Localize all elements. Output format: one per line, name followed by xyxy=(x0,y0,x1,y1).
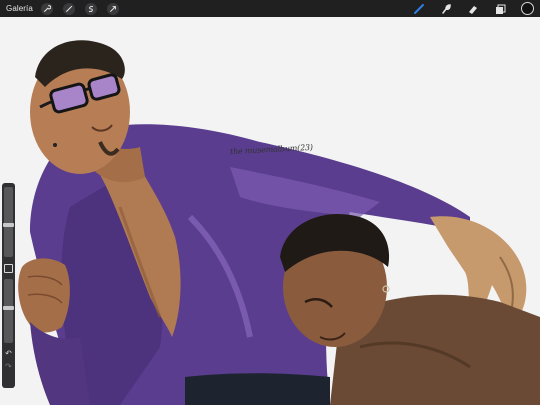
top-toolbar: Galería xyxy=(0,0,540,17)
eraser-button[interactable] xyxy=(466,2,480,15)
selection-button[interactable] xyxy=(84,2,97,15)
brush-size-slider[interactable] xyxy=(3,187,14,257)
undo-button[interactable]: ↶ xyxy=(5,349,12,359)
redo-button[interactable]: ↷ xyxy=(5,362,12,372)
color-button[interactable] xyxy=(520,2,534,15)
layers-button[interactable] xyxy=(493,2,507,15)
smudge-button[interactable] xyxy=(439,2,453,15)
drawing-canvas[interactable]: the musemalbum(23) xyxy=(0,17,540,405)
brush-icon xyxy=(414,3,424,14)
brush-opacity-thumb[interactable] xyxy=(3,306,14,310)
artwork-illustration xyxy=(18,40,540,405)
layers-icon xyxy=(496,4,506,14)
color-swatch xyxy=(520,2,534,15)
magic-wand-icon xyxy=(66,5,72,12)
adjustments-button[interactable] xyxy=(62,2,75,15)
brush-button[interactable] xyxy=(412,2,426,15)
gallery-button[interactable]: Galería xyxy=(6,4,33,13)
right-tool-group xyxy=(399,2,534,15)
smudge-icon xyxy=(442,3,451,14)
brush-opacity-slider[interactable] xyxy=(3,279,14,343)
modify-button[interactable] xyxy=(4,264,13,273)
eraser-icon xyxy=(469,5,477,14)
transform-arrow-icon xyxy=(110,5,116,12)
actions-button[interactable] xyxy=(40,2,53,15)
brush-size-thumb[interactable] xyxy=(3,223,14,228)
brush-sidebar: ↶ ↷ xyxy=(2,183,15,388)
selection-icon xyxy=(88,5,94,12)
transform-button[interactable] xyxy=(106,2,119,15)
wrench-icon xyxy=(44,4,51,12)
